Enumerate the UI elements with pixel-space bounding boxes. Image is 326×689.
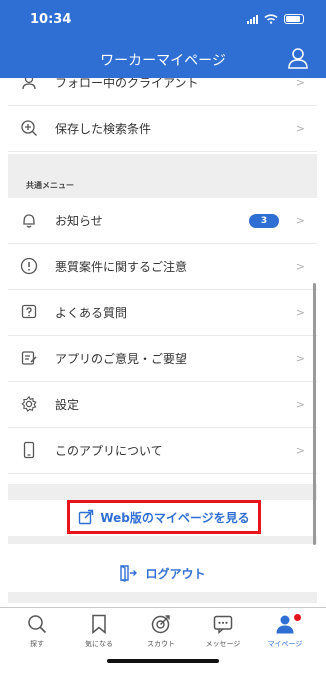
menu-list: フォロー中のクライアント > 保存した検索条件 > 共通メニュー お知らせ 3 …	[8, 78, 317, 603]
gear-icon	[21, 395, 37, 412]
status-bar: 10:34	[0, 0, 326, 40]
person-icon	[22, 78, 36, 90]
tab-label: 探す	[30, 640, 44, 648]
app-header: 10:34 ワーカーマイページ	[0, 0, 326, 78]
edit-note-icon	[21, 351, 37, 365]
web-mypage-link[interactable]: Web版のマイページを見る	[67, 500, 261, 534]
tab-label: メッセージ	[205, 640, 241, 648]
tab-favorites[interactable]: 気になる	[68, 614, 130, 656]
menu-item-label: 保存した検索条件	[55, 122, 152, 136]
chevron-right-icon: >	[295, 78, 305, 89]
menu-item-fraud-warning[interactable]: 悪質案件に関するご注意 >	[8, 244, 317, 290]
signal-icon	[247, 14, 258, 24]
chevron-right-icon: >	[295, 352, 305, 365]
chevron-right-icon: >	[295, 260, 305, 273]
menu-item-feedback[interactable]: アプリのご意見・ご要望 >	[8, 336, 317, 382]
menu-item-label: よくある質問	[55, 306, 128, 320]
target-icon	[151, 615, 170, 634]
status-time: 10:34	[30, 12, 72, 27]
chevron-right-icon: >	[295, 214, 305, 227]
logout-label: ログアウト	[145, 566, 206, 581]
section-title: 共通メニュー	[26, 181, 74, 190]
tab-messages[interactable]: メッセージ	[192, 614, 254, 656]
menu-item-label: アプリのご意見・ご要望	[55, 352, 188, 366]
home-indicator[interactable]	[107, 659, 219, 663]
menu-item-label: フォロー中のクライアント	[55, 78, 199, 90]
tab-label: マイページ	[267, 640, 303, 648]
chevron-right-icon: >	[295, 444, 305, 457]
menu-item-about-app[interactable]: このアプリについて >	[8, 428, 317, 474]
search-plus-icon	[21, 120, 37, 136]
tab-label: スカウト	[147, 640, 175, 648]
section-divider	[8, 484, 317, 500]
page-title: ワーカーマイページ	[100, 53, 226, 69]
tab-label: 気になる	[85, 640, 113, 648]
menu-item-label: お知らせ	[55, 214, 103, 228]
tab-bar: 探す 気になる スカウト メッセージ マイページ	[0, 607, 326, 689]
bookmark-icon	[92, 614, 106, 634]
menu-item-label: 悪質案件に関するご注意	[55, 260, 188, 274]
chevron-right-icon: >	[295, 306, 305, 319]
chevron-right-icon: >	[295, 398, 305, 411]
notification-count-badge: 3	[249, 214, 279, 228]
menu-item-settings[interactable]: 設定 >	[8, 382, 317, 428]
wifi-icon	[264, 14, 278, 24]
bell-icon	[23, 214, 35, 228]
menu-item-saved-search[interactable]: 保存した検索条件 >	[8, 106, 317, 152]
external-link-icon	[79, 509, 94, 525]
battery-icon	[284, 14, 304, 24]
tab-scout[interactable]: スカウト	[130, 614, 192, 656]
menu-item-label: このアプリについて	[55, 444, 163, 458]
chevron-right-icon: >	[295, 122, 305, 135]
menu-item-label: 設定	[55, 398, 80, 412]
section-divider	[8, 592, 317, 603]
menu-item-notifications[interactable]: お知らせ 3 >	[8, 198, 317, 244]
profile-icon[interactable]	[287, 47, 309, 69]
tab-search[interactable]: 探す	[6, 614, 68, 656]
menu-item-followed-clients[interactable]: フォロー中のクライアント >	[8, 78, 317, 106]
warning-icon	[20, 257, 38, 275]
scrollbar[interactable]	[313, 283, 316, 545]
web-mypage-label: Web版のマイページを見る	[100, 510, 250, 525]
menu-item-faq[interactable]: よくある質問 >	[8, 290, 317, 336]
question-icon	[21, 304, 37, 319]
phone-icon	[23, 441, 35, 459]
chat-icon	[213, 615, 233, 634]
search-icon	[28, 615, 47, 634]
tab-mypage[interactable]: マイページ	[254, 614, 316, 656]
user-icon	[276, 615, 294, 634]
status-icons	[247, 14, 304, 24]
section-header: 共通メニュー	[8, 154, 317, 198]
logout-icon	[120, 565, 138, 582]
notification-dot	[294, 614, 301, 621]
